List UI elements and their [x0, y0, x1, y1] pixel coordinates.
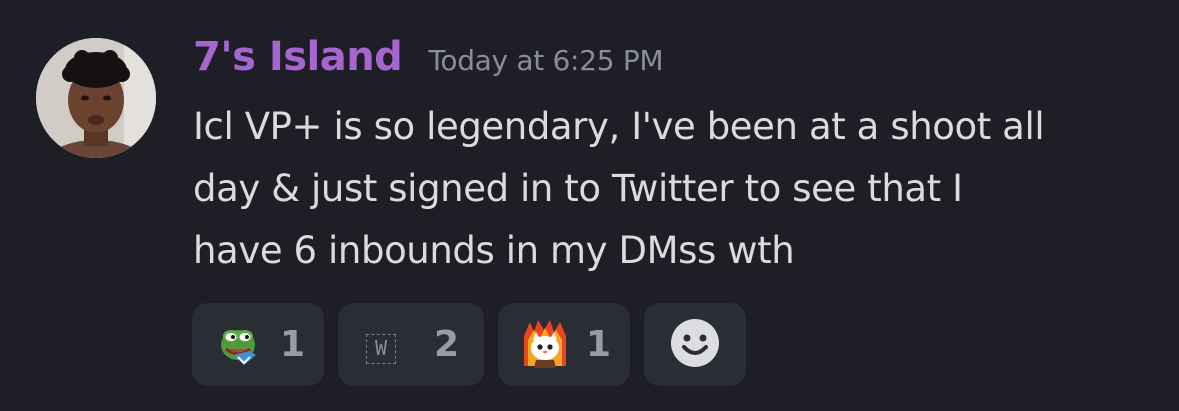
reactions-bar: 1 W 2 1	[192, 303, 746, 386]
fire-cat-icon	[520, 318, 570, 372]
message-content: Icl VP+ is so legendary, I've been at a …	[193, 96, 1143, 282]
timestamp[interactable]: Today at 6:25 PM	[428, 44, 663, 77]
pepe-happy-icon	[216, 321, 260, 369]
message-line: have 6 inbounds in my DMss wth	[193, 229, 795, 272]
avatar-photo	[36, 38, 156, 158]
reaction-w[interactable]: W 2	[338, 303, 484, 386]
reaction-count: 1	[586, 324, 612, 365]
message-header: 7's Island Today at 6:25 PM	[193, 34, 664, 80]
message-line: day & just signed in to Twitter to see t…	[193, 167, 963, 210]
username[interactable]: 7's Island	[193, 34, 403, 80]
add-reaction-button[interactable]	[644, 303, 746, 386]
chat-message: 7's Island Today at 6:25 PM Icl VP+ is s…	[0, 0, 1179, 411]
reaction-fire-cat[interactable]: 1	[498, 303, 630, 386]
reaction-count: 1	[280, 324, 306, 365]
w-emoji-icon: W	[366, 333, 396, 364]
reaction-count: 2	[434, 324, 460, 365]
reaction-pepe[interactable]: 1	[192, 303, 324, 386]
avatar[interactable]	[36, 38, 156, 158]
message-line: Icl VP+ is so legendary, I've been at a …	[193, 105, 1045, 148]
smiley-add-reaction-icon	[669, 317, 721, 373]
